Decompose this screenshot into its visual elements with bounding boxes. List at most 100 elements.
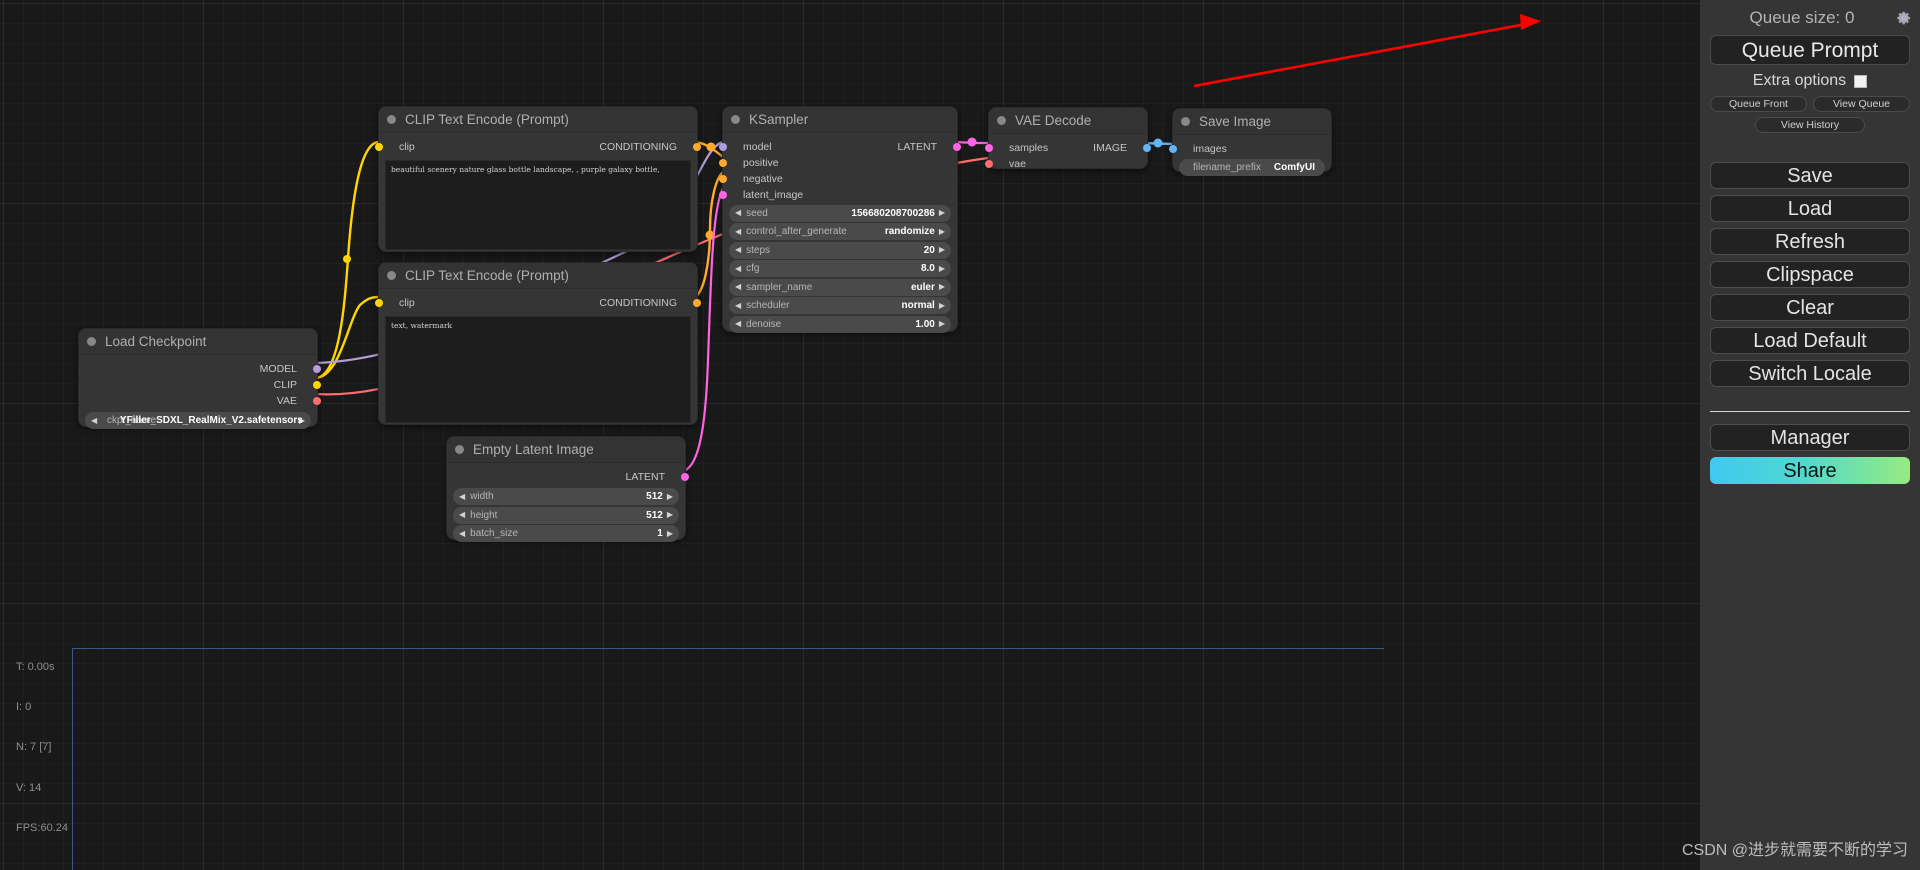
clipspace-button[interactable]: Clipspace (1710, 261, 1910, 288)
chevron-left-icon[interactable]: ◀ (459, 529, 465, 538)
load-default-button[interactable]: Load Default (1710, 327, 1910, 354)
chevron-right-icon[interactable]: ▶ (939, 283, 945, 291)
chevron-left-icon[interactable]: ◀ (735, 320, 741, 328)
widget-sampler-name[interactable]: ◀ sampler_name euler ▶ (729, 278, 951, 296)
widget-filename-prefix[interactable]: filename_prefix ComfyUI (1179, 158, 1325, 176)
chevron-left-icon[interactable]: ◀ (735, 209, 741, 217)
widget-batch-size[interactable]: ◀ batch_size 1 ▶ (453, 525, 679, 542)
conditioning-port-icon[interactable] (719, 159, 727, 167)
port-label: VAE (276, 395, 297, 407)
prompt-textarea[interactable]: beautiful scenery nature glass bottle la… (385, 160, 691, 250)
vae-port-icon[interactable] (313, 397, 321, 405)
refresh-button[interactable]: Refresh (1710, 228, 1910, 255)
queue-front-button[interactable]: Queue Front (1710, 96, 1807, 112)
widget-value: ComfyUI (1273, 161, 1315, 173)
chevron-right-icon[interactable]: ▶ (939, 320, 945, 328)
clip-port-icon[interactable] (375, 143, 383, 151)
node-save-image[interactable]: Save Image images filename_prefix ComfyU… (1169, 108, 1332, 176)
widget-value: 1.00 (915, 318, 935, 330)
queue-prompt-button[interactable]: Queue Prompt (1710, 35, 1910, 65)
chevron-right-icon[interactable]: ▶ (667, 492, 673, 501)
view-queue-button[interactable]: View Queue (1813, 96, 1910, 112)
conditioning-port-icon[interactable] (693, 299, 701, 307)
port-images-input[interactable]: images (1169, 141, 1331, 157)
model-port-icon[interactable] (313, 365, 321, 373)
node-clip-text-encode-negative[interactable]: CLIP Text Encode (Prompt) clip CONDITION… (375, 262, 701, 425)
collapse-dot-icon[interactable] (997, 116, 1006, 125)
image-port-icon[interactable] (1169, 145, 1177, 153)
chevron-left-icon[interactable]: ◀ (459, 511, 465, 519)
manager-button[interactable]: Manager (1710, 424, 1910, 451)
widget-width[interactable]: ◀ width 512 ▶ (453, 488, 679, 505)
gear-icon[interactable] (1896, 10, 1912, 26)
port-vae-input[interactable]: vae (985, 156, 1147, 172)
collapse-dot-icon[interactable] (731, 115, 740, 124)
latent-port-icon[interactable] (953, 143, 961, 151)
node-ksampler[interactable]: KSampler model LATENT positive negative … (719, 106, 961, 333)
port-latent-image-input[interactable]: latent_image (719, 187, 957, 203)
chevron-left-icon[interactable]: ◀ (735, 227, 741, 236)
chevron-left-icon[interactable]: ◀ (735, 264, 741, 273)
widget-denoise[interactable]: ◀ denoise 1.00 ▶ (729, 315, 951, 333)
share-button[interactable]: Share (1710, 457, 1910, 484)
port-clip-input[interactable]: clip CONDITIONING (375, 139, 701, 155)
image-port-icon[interactable] (1143, 144, 1151, 152)
vae-port-icon[interactable] (985, 160, 993, 168)
clear-button[interactable]: Clear (1710, 294, 1910, 321)
collapse-dot-icon[interactable] (1181, 117, 1190, 126)
chevron-right-icon[interactable]: ▶ (939, 246, 945, 254)
extra-options-row[interactable]: Extra options (1710, 72, 1910, 90)
load-button[interactable]: Load (1710, 195, 1910, 222)
chevron-left-icon[interactable]: ◀ (91, 416, 97, 425)
conditioning-port-icon[interactable] (719, 175, 727, 183)
port-model-output[interactable]: MODEL (79, 361, 321, 377)
port-samples-input[interactable]: samples IMAGE (985, 140, 1151, 156)
widget-seed[interactable]: ◀ seed 156680208700286 ▶ (729, 204, 951, 222)
chevron-left-icon[interactable]: ◀ (735, 283, 741, 291)
collapse-dot-icon[interactable] (387, 271, 396, 280)
latent-port-icon[interactable] (681, 473, 689, 481)
chevron-left-icon[interactable]: ◀ (735, 301, 741, 310)
node-vae-decode[interactable]: VAE Decode samples IMAGE vae (985, 107, 1151, 172)
chevron-right-icon[interactable]: ▶ (667, 511, 673, 519)
chevron-right-icon[interactable]: ▶ (939, 209, 945, 217)
port-model-input[interactable]: model LATENT (719, 139, 961, 155)
chevron-left-icon[interactable]: ◀ (735, 246, 741, 254)
port-label: positive (743, 157, 779, 169)
widget-scheduler[interactable]: ◀ scheduler normal ▶ (729, 297, 951, 314)
widget-height[interactable]: ◀ height 512 ▶ (453, 506, 679, 524)
widget-control-after-generate[interactable]: ◀ control_after_generate randomize ▶ (729, 223, 951, 240)
widget-cfg[interactable]: ◀ cfg 8.0 ▶ (729, 260, 951, 277)
port-clip-output[interactable]: CLIP (79, 377, 321, 393)
latent-port-icon[interactable] (985, 144, 993, 152)
prompt-textarea[interactable]: text, watermark (385, 316, 691, 423)
model-port-icon[interactable] (719, 143, 727, 151)
clip-port-icon[interactable] (313, 381, 321, 389)
widget-steps[interactable]: ◀ steps 20 ▶ (729, 241, 951, 259)
collapse-dot-icon[interactable] (87, 337, 96, 346)
port-positive-input[interactable]: positive (719, 155, 957, 171)
extra-options-checkbox[interactable] (1854, 74, 1868, 88)
node-load-checkpoint[interactable]: Load Checkpoint MODEL CLIP VAE ◀ ckpt_na (78, 328, 321, 429)
port-negative-input[interactable]: negative (719, 171, 957, 187)
graph-canvas[interactable]: CLIP Text Encode (Prompt) clip CONDITION… (0, 0, 1700, 870)
node-clip-text-encode-positive[interactable]: CLIP Text Encode (Prompt) clip CONDITION… (375, 106, 701, 252)
chevron-right-icon[interactable]: ▶ (939, 301, 945, 310)
save-button[interactable]: Save (1710, 162, 1910, 189)
latent-port-icon[interactable] (719, 191, 727, 199)
chevron-right-icon[interactable]: ▶ (667, 529, 673, 538)
port-latent-output[interactable]: LATENT (447, 469, 689, 485)
switch-locale-button[interactable]: Switch Locale (1710, 360, 1910, 387)
view-history-button[interactable]: View History (1755, 117, 1865, 133)
node-empty-latent-image[interactable]: Empty Latent Image LATENT ◀ width 512 ▶ … (446, 436, 689, 542)
clip-port-icon[interactable] (375, 299, 383, 307)
conditioning-port-icon[interactable] (693, 143, 701, 151)
chevron-right-icon[interactable]: ▶ (939, 264, 945, 273)
port-clip-input[interactable]: clip CONDITIONING (375, 295, 701, 311)
collapse-dot-icon[interactable] (455, 445, 464, 454)
chevron-left-icon[interactable]: ◀ (459, 492, 465, 501)
collapse-dot-icon[interactable] (387, 115, 396, 124)
widget-ckpt-name[interactable]: ◀ ckpt_name YFiller_SDXL_RealMix_V2.safe… (85, 412, 311, 429)
chevron-right-icon[interactable]: ▶ (939, 227, 945, 236)
port-vae-output[interactable]: VAE (79, 393, 321, 409)
